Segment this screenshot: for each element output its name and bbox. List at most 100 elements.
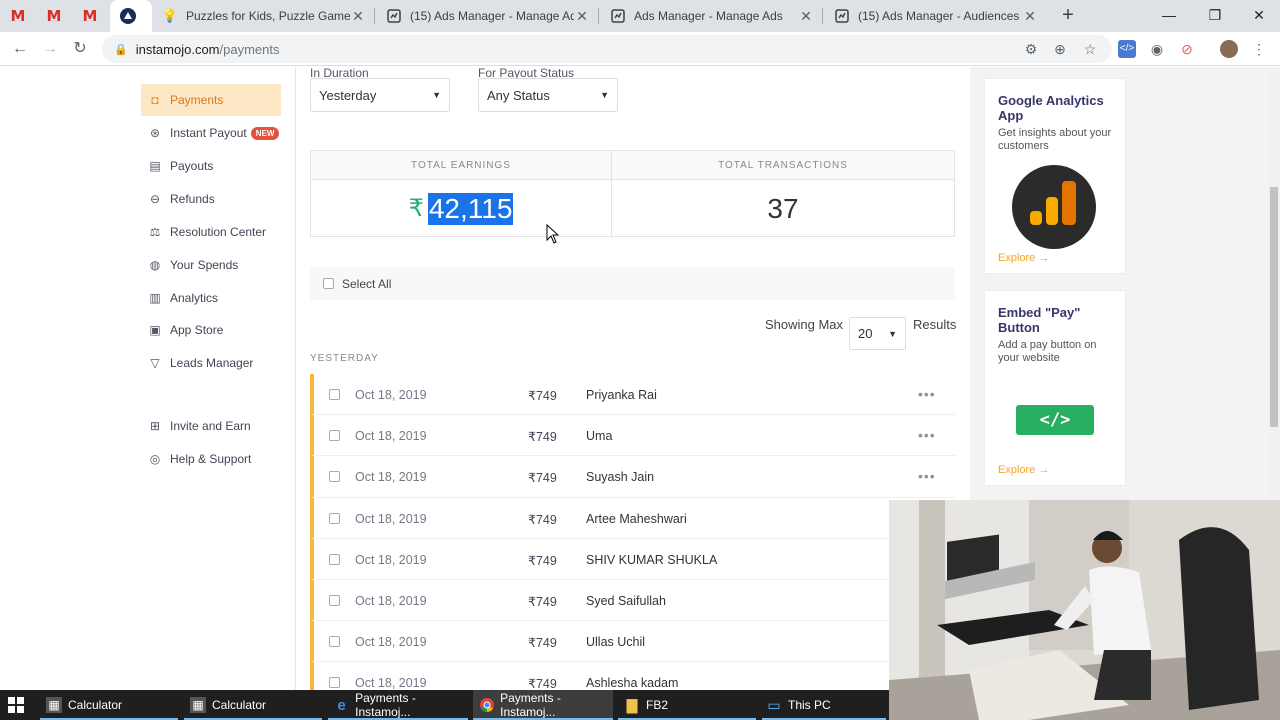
back-icon[interactable]: ←	[9, 38, 31, 60]
tab-ads-manager-audiences[interactable]: (15) Ads Manager - Audiences ✕	[824, 0, 1046, 32]
tab-ads-manager-2[interactable]: Ads Manager - Manage Ads ✕	[600, 0, 822, 32]
minimize-icon[interactable]: —	[1146, 0, 1192, 30]
restore-icon[interactable]: ❐	[1192, 0, 1238, 30]
total-earnings-value: ₹42,115	[311, 180, 611, 237]
gmail-icon: M	[10, 7, 26, 25]
row-checkbox[interactable]	[329, 512, 340, 524]
more-options-icon[interactable]: •••	[918, 386, 936, 402]
refunds-icon: ⊖	[149, 192, 161, 206]
ga-explore-link[interactable]: Explore →	[998, 252, 1049, 264]
group-label-yesterday: YESTERDAY	[310, 353, 379, 364]
sidebar-item-help-support[interactable]: ◎ Help & Support	[141, 443, 281, 475]
calculator-icon: ▦	[190, 697, 206, 713]
sidebar-item-leads-manager[interactable]: ▽ Leads Manager	[141, 347, 281, 379]
caret-down-icon: ▼	[888, 328, 897, 339]
close-window-icon[interactable]: ✕	[1236, 0, 1280, 30]
row-checkbox[interactable]	[329, 594, 340, 606]
spends-icon: ◍	[149, 258, 161, 272]
row-checkbox[interactable]	[329, 430, 340, 442]
sidebar-item-your-spends[interactable]: ◍ Your Spends	[141, 249, 281, 281]
payout-status-select[interactable]: Any Status ▼	[478, 78, 618, 112]
transaction-row[interactable]: Oct 18, 2019 ₹749 Suyash Jain •••	[310, 456, 955, 498]
close-tab-icon[interactable]: ✕	[1022, 8, 1038, 25]
transaction-date: Oct 18, 2019	[355, 470, 427, 485]
buyer-name: Ashlesha kadam	[586, 676, 679, 690]
row-checkbox[interactable]	[329, 636, 340, 648]
taskbar-chrome-payments[interactable]: Payments - Instamoj...	[473, 690, 613, 720]
row-checkbox[interactable]	[329, 677, 340, 689]
cookie-icon[interactable]: ⚙	[1022, 40, 1040, 58]
profile-avatar[interactable]	[1220, 40, 1238, 58]
max-results-select[interactable]: 20 ▼	[849, 317, 906, 350]
sidebar-item-refunds[interactable]: ⊖ Refunds	[141, 183, 281, 215]
gmail-icon: M	[82, 7, 98, 25]
new-tab-icon[interactable]: +	[1058, 5, 1078, 25]
tab-gmail-2[interactable]: M	[36, 0, 72, 32]
taskbar-edge-payments[interactable]: e Payments - Instamoj...	[328, 690, 468, 720]
menu-icon[interactable]: ⋮	[1250, 40, 1268, 58]
taskbar-calculator-2[interactable]: ▦ Calculator	[184, 690, 322, 720]
sidebar-item-analytics[interactable]: ▥ Analytics	[141, 282, 281, 314]
embed-explore-link[interactable]: Explore →	[998, 464, 1049, 476]
more-options-icon[interactable]: •••	[918, 427, 936, 443]
bookmark-star-icon[interactable]: ☆	[1081, 40, 1099, 58]
tab-gmail-3[interactable]: M	[72, 0, 108, 32]
row-checkbox[interactable]	[329, 389, 340, 400]
total-transactions-label: TOTAL TRANSACTIONS	[612, 151, 954, 180]
google-analytics-card[interactable]: Google Analytics App Get insights about …	[984, 78, 1126, 274]
row-checkbox[interactable]	[329, 471, 340, 483]
reload-icon[interactable]: ↻	[69, 38, 91, 60]
add-icon[interactable]: ⊕	[1051, 40, 1069, 58]
sidebar-item-payouts[interactable]: ▤ Payouts	[141, 150, 281, 182]
row-checkbox[interactable]	[329, 553, 340, 565]
transaction-row[interactable]: Oct 18, 2019 ₹749 Priyanka Rai •••	[310, 374, 955, 416]
transaction-row[interactable]: Oct 18, 2019 ₹749 Artee Maheshwari	[310, 497, 955, 539]
tab-ads-manager-1[interactable]: (15) Ads Manager - Manage Ads ✕	[376, 0, 598, 32]
close-tab-icon[interactable]: ✕	[350, 8, 366, 25]
embed-pay-button-card[interactable]: Embed "Pay" Button Add a pay button on y…	[984, 290, 1126, 486]
start-button[interactable]	[8, 690, 30, 720]
payouts-icon: ▤	[149, 159, 161, 173]
sidebar-item-app-store[interactable]: ▣ App Store	[141, 314, 281, 346]
buyer-name: Syed Saifullah	[586, 593, 666, 608]
google-analytics-icon	[1012, 165, 1096, 249]
transaction-date: Oct 18, 2019	[355, 552, 427, 567]
more-options-icon[interactable]: •••	[918, 468, 936, 484]
camera-icon[interactable]: ◉	[1148, 40, 1166, 58]
results-label: Results	[913, 317, 957, 332]
transaction-row[interactable]: Oct 18, 2019 ₹749 SHIV KUMAR SHUKLA	[310, 538, 955, 580]
transaction-row[interactable]: Oct 18, 2019 ₹749 Ashlesha kadam	[310, 662, 955, 690]
transaction-row[interactable]: Oct 18, 2019 ₹749 Ullas Uchil	[310, 621, 955, 663]
close-tab-icon[interactable]: ✕	[574, 8, 590, 25]
transaction-amount: ₹749	[528, 553, 557, 568]
tab-puzzles[interactable]: 💡 Puzzles for Kids, Puzzle Games ar ✕	[152, 0, 374, 32]
edge-icon: e	[337, 696, 346, 714]
buyer-name: Ullas Uchil	[586, 635, 646, 650]
tab-gmail-1[interactable]: M	[0, 0, 36, 32]
address-bar[interactable]: 🔒 instamojo.com/payments	[102, 35, 1112, 63]
earnings-amount-selected: 42,115	[427, 192, 514, 225]
extension-code-icon[interactable]: </>	[1118, 40, 1136, 58]
duration-select[interactable]: Yesterday ▼	[310, 78, 450, 112]
close-tab-icon[interactable]: ✕	[798, 8, 814, 25]
instamojo-icon	[120, 8, 136, 24]
taskbar-folder-fb2[interactable]: ▇ FB2	[618, 690, 756, 720]
forward-icon[interactable]: →	[39, 38, 61, 60]
rupee-symbol: ₹	[408, 195, 424, 222]
taskbar-this-pc[interactable]: ▭ This PC	[762, 690, 886, 720]
stats-panel: TOTAL EARNINGS TOTAL TRANSACTIONS ₹42,11…	[310, 150, 955, 244]
caret-down-icon: ▼	[600, 90, 609, 100]
transaction-row[interactable]: Oct 18, 2019 ₹749 Uma •••	[310, 415, 955, 457]
embed-card-desc: Add a pay button on your website	[998, 339, 1097, 364]
tab-instamojo[interactable]	[110, 0, 152, 32]
payments-main: In Duration Yesterday ▼ For Payout Statu…	[296, 67, 970, 690]
sidebar-item-resolution-center[interactable]: ⚖ Resolution Center	[141, 216, 281, 248]
sidebar-item-invite-and-earn[interactable]: ⊞ Invite and Earn	[141, 410, 281, 442]
extension-red-icon[interactable]: ⊘	[1178, 40, 1196, 58]
select-all-checkbox[interactable]	[323, 278, 334, 289]
transaction-row[interactable]: Oct 18, 2019 ₹749 Syed Saifullah	[310, 579, 955, 622]
scrollbar-thumb[interactable]	[1270, 187, 1278, 427]
sidebar-item-instant-payout[interactable]: ⊛ Instant Payout NEW	[141, 117, 281, 149]
taskbar-calculator-1[interactable]: ▦ Calculator	[40, 690, 178, 720]
sidebar-item-payments[interactable]: ◘ Payments	[141, 84, 281, 116]
